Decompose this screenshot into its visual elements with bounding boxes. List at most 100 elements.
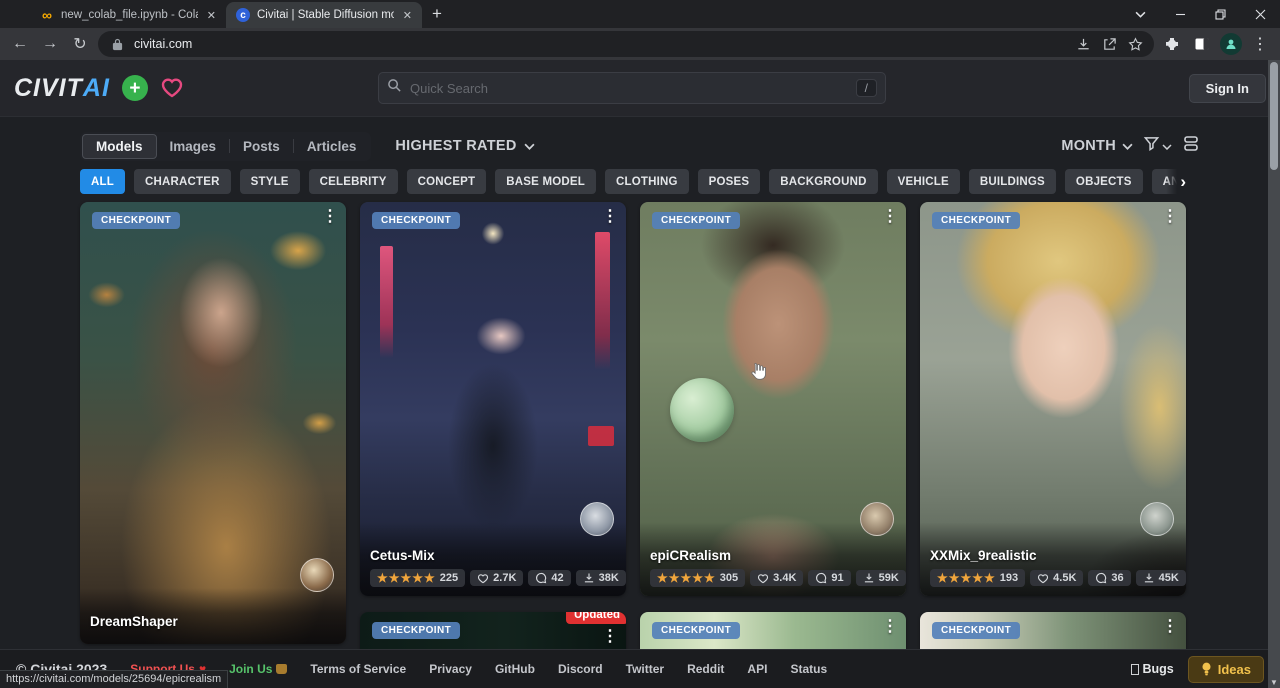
extensions-puzzle-icon[interactable] — [1160, 32, 1184, 56]
card-menu-icon[interactable]: ⋮ — [322, 208, 338, 226]
likes-pill: 2.7K — [470, 570, 523, 586]
category-chip[interactable]: BASE MODEL — [495, 169, 596, 194]
support-heart-icon[interactable] — [160, 77, 184, 99]
comments-count: 36 — [1111, 572, 1123, 584]
comment-icon — [1095, 572, 1107, 584]
card-menu-icon[interactable]: ⋮ — [1162, 618, 1178, 636]
creator-avatar[interactable] — [860, 502, 894, 536]
address-bar[interactable]: civitai.com — [98, 31, 1154, 57]
category-chip[interactable]: CONCEPT — [407, 169, 487, 194]
tab-articles[interactable]: Articles — [294, 135, 370, 158]
downloads-pill: 59K — [856, 570, 906, 586]
filter-dropdown[interactable] — [1143, 135, 1172, 157]
footer-link-terms[interactable]: Terms of Service — [310, 662, 406, 676]
card-menu-icon[interactable]: ⋮ — [882, 618, 898, 636]
creator-avatar[interactable] — [580, 502, 614, 536]
close-window-button[interactable] — [1240, 0, 1280, 28]
checkpoint-badge: CHECKPOINT — [932, 622, 1020, 639]
bookmark-star-icon[interactable] — [1126, 35, 1144, 53]
category-chip[interactable]: STYLE — [240, 169, 300, 194]
chevron-right-icon[interactable]: › — [1166, 169, 1186, 194]
category-chip[interactable]: BUILDINGS — [969, 169, 1056, 194]
tab-posts[interactable]: Posts — [230, 135, 293, 158]
close-tab-icon[interactable]: ✕ — [205, 9, 218, 22]
forward-icon[interactable]: → — [38, 32, 62, 56]
url-text: civitai.com — [134, 37, 192, 51]
side-panel-icon[interactable] — [1190, 32, 1214, 56]
sort-dropdown[interactable]: HIGHEST RATED — [395, 138, 534, 154]
card-menu-icon[interactable]: ⋮ — [1162, 208, 1178, 226]
category-chip[interactable]: VEHICLE — [887, 169, 960, 194]
footer-link-github[interactable]: GitHub — [495, 662, 535, 676]
lightbulb-icon — [1201, 662, 1212, 676]
sign-in-button[interactable]: Sign In — [1189, 74, 1266, 103]
reload-icon[interactable]: ↻ — [68, 32, 92, 56]
ideas-button[interactable]: Ideas — [1188, 656, 1264, 683]
screen: ∞ new_colab_file.ipynb - Colaborat ✕ c C… — [0, 0, 1280, 688]
scrollbar-thumb[interactable] — [1270, 62, 1278, 170]
category-chip[interactable]: CLOTHING — [605, 169, 689, 194]
back-icon[interactable]: ← — [8, 32, 32, 56]
civitai-favicon-icon: c — [236, 8, 250, 22]
new-tab-button[interactable]: + — [432, 4, 442, 24]
layout-toggle-icon[interactable] — [1182, 135, 1200, 157]
chevron-down-icon — [1122, 138, 1133, 154]
card-menu-icon[interactable]: ⋮ — [602, 208, 618, 226]
downloads-count: 59K — [879, 572, 899, 584]
browser-tabstrip: ∞ new_colab_file.ipynb - Colaborat ✕ c C… — [0, 0, 1280, 28]
footer-link-join-us[interactable]: Join Us — [229, 662, 287, 676]
footer-link-reddit[interactable]: Reddit — [687, 662, 724, 676]
tab-images[interactable]: Images — [157, 135, 230, 158]
period-dropdown[interactable]: MONTH — [1061, 138, 1133, 154]
page-scrollbar[interactable]: ▼ — [1268, 60, 1280, 688]
download-icon[interactable] — [1074, 35, 1092, 53]
search-input[interactable] — [410, 81, 848, 96]
category-chip[interactable]: BACKGROUND — [769, 169, 877, 194]
download-icon — [863, 572, 875, 584]
browser-menu-icon[interactable]: ⋮ — [1248, 32, 1272, 56]
model-card-xxmix9realistic[interactable]: CHECKPOINT ⋮ XXMix_9realistic ★★★★★ 193 … — [920, 202, 1186, 596]
browser-tab-civitai[interactable]: c Civitai | Stable Diffusion models, ✕ — [226, 2, 422, 28]
lock-icon — [108, 35, 126, 53]
creator-avatar[interactable] — [300, 558, 334, 592]
footer-link-status[interactable]: Status — [790, 662, 827, 676]
model-card-epicrealism[interactable]: CHECKPOINT ⋮ epiCRealism ★★★★★ 305 3.4K — [640, 202, 906, 596]
civitai-logo[interactable]: CIVITAI — [14, 74, 110, 103]
category-chip[interactable]: POSES — [698, 169, 761, 194]
card-menu-icon[interactable]: ⋮ — [882, 208, 898, 226]
card-title: Cetus-Mix — [370, 548, 616, 563]
colab-icon: ∞ — [40, 8, 54, 22]
category-chip-all[interactable]: ALL — [80, 169, 125, 194]
category-chip[interactable]: CELEBRITY — [309, 169, 398, 194]
create-plus-button[interactable]: + — [122, 75, 148, 101]
browser-profile-avatar[interactable] — [1220, 33, 1242, 55]
star-icon: ★★★★★ — [657, 571, 716, 585]
restore-button[interactable] — [1200, 0, 1240, 28]
category-chip[interactable]: OBJECTS — [1065, 169, 1143, 194]
scroll-down-arrow-icon[interactable]: ▼ — [1270, 678, 1278, 687]
browser-toolbar: ← → ↻ civitai.com ⋮ — [0, 28, 1280, 60]
close-tab-icon[interactable]: ✕ — [401, 9, 414, 22]
share-icon[interactable] — [1100, 35, 1118, 53]
checkpoint-badge: CHECKPOINT — [932, 212, 1020, 229]
creator-avatar[interactable] — [1140, 502, 1174, 536]
footer-link-api[interactable]: API — [747, 662, 767, 676]
category-chip[interactable]: CHARACTER — [134, 169, 231, 194]
minimize-button[interactable] — [1160, 0, 1200, 28]
updated-badge: Updated — [566, 612, 626, 624]
bugs-button[interactable]: Bugs — [1131, 662, 1174, 676]
footer-link-twitter[interactable]: Twitter — [626, 662, 664, 676]
model-card-cetus-mix[interactable]: CHECKPOINT ⋮ Cetus-Mix ★★★★★ 225 2.7K — [360, 202, 626, 596]
comments-count: 42 — [551, 572, 563, 584]
downloads-count: 38K — [599, 572, 619, 584]
tab-models[interactable]: Models — [82, 134, 157, 159]
card-menu-icon[interactable]: ⋮ — [602, 628, 618, 646]
footer-link-privacy[interactable]: Privacy — [429, 662, 472, 676]
quick-search-box[interactable]: / — [378, 72, 886, 104]
rating-pill: ★★★★★ 193 — [930, 569, 1025, 587]
browser-tab-colab[interactable]: ∞ new_colab_file.ipynb - Colaborat ✕ — [30, 2, 226, 28]
tab-search-icon[interactable] — [1120, 0, 1160, 28]
model-card-dreamshaper[interactable]: CHECKPOINT ⋮ DreamShaper — [80, 202, 346, 644]
footer-link-discord[interactable]: Discord — [558, 662, 603, 676]
tab-title: Civitai | Stable Diffusion models, — [257, 9, 394, 21]
